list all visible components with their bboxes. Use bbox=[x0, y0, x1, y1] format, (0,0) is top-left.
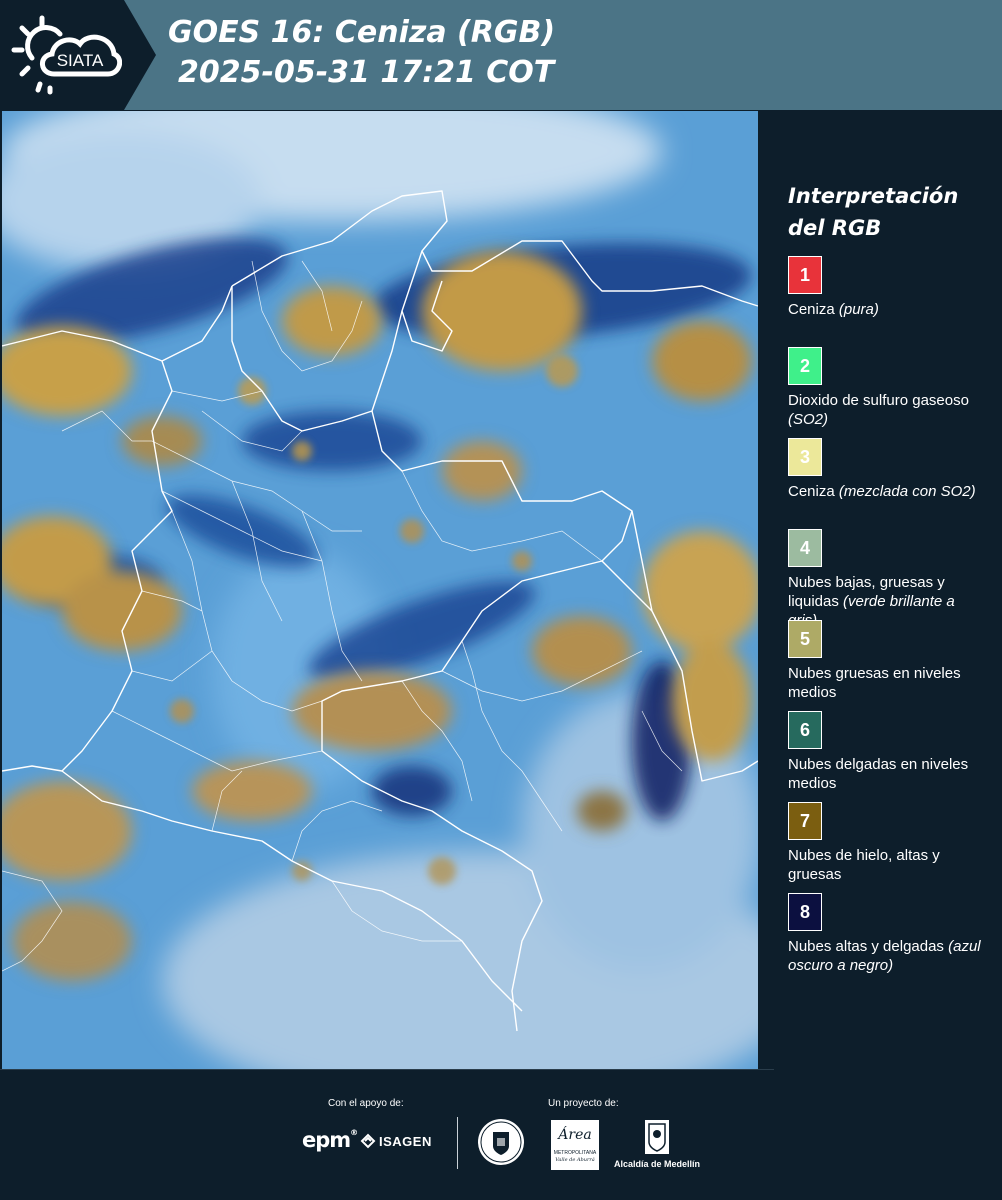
legend-item-8: 8 Nubes altas y delgadas (azul oscuro a n… bbox=[788, 893, 988, 984]
isagen-logo-text: ISAGEN bbox=[379, 1133, 432, 1149]
legend-label-note: (SO2) bbox=[788, 411, 829, 428]
legend-title-line1: Interpretación bbox=[788, 184, 959, 208]
isagen-logo: ISAGEN bbox=[360, 1133, 432, 1149]
legend-item-4: 4 Nubes bajas, gruesas y liquidas (verde … bbox=[788, 529, 988, 629]
page-title: GOES 16: Ceniza (RGB) bbox=[168, 15, 556, 50]
siata-logo: SIATA bbox=[0, 0, 124, 110]
sun-cloud-icon: SIATA bbox=[11, 15, 122, 95]
logo-text: SIATA bbox=[57, 51, 104, 70]
legend-label-text: Nubes gruesas en niveles medios bbox=[788, 665, 961, 701]
legend-label-text: Nubes altas y delgadas bbox=[788, 938, 944, 955]
header-banner: SIATA GOES 16: Ceniza (RGB) 2025-05-31 1… bbox=[0, 0, 1002, 110]
legend-items: 1 Ceniza (pura) 2 Dioxido de sulfuro gaseos… bbox=[788, 256, 988, 984]
legend-swatch: 7 bbox=[788, 802, 822, 840]
legend-label-text: Ceniza bbox=[788, 483, 835, 500]
rgb-legend: Interpretación del RGB 1 Ceniza (pura) 2 Di… bbox=[788, 180, 988, 984]
legend-item-3: 3 Ceniza (mezclada con SO2) bbox=[788, 438, 988, 529]
legend-label-note: (mezclada con SO2) bbox=[838, 483, 976, 500]
alcaldia-logo: Alcaldía de Medellín bbox=[612, 1118, 702, 1169]
coat-of-arms-icon bbox=[645, 1120, 669, 1154]
legend-swatch: 8 bbox=[788, 893, 822, 931]
legend-swatch: 3 bbox=[788, 438, 822, 476]
legend-label: Nubes altas y delgadas (azul oscuro a ne… bbox=[788, 937, 988, 975]
epm-logo-text: epm bbox=[302, 1128, 351, 1152]
legend-item-2: 2 Dioxido de sulfuro gaseoso (SO2) bbox=[788, 347, 988, 438]
legend-label: Dioxido de sulfuro gaseoso (SO2) bbox=[788, 391, 988, 429]
legend-label-text: Ceniza bbox=[788, 301, 835, 318]
legend-swatch: 2 bbox=[788, 347, 822, 385]
legend-label: Nubes de hielo, altas y gruesas bbox=[788, 846, 988, 884]
logo-arrow bbox=[124, 0, 156, 110]
legend-label: Nubes gruesas en niveles medios bbox=[788, 664, 988, 702]
legend-label-text: Nubes de hielo, altas y gruesas bbox=[788, 847, 940, 883]
legend-label: Ceniza (mezclada con SO2) bbox=[788, 482, 988, 501]
legend-item-7: 7 Nubes de hielo, altas y gruesas bbox=[788, 802, 988, 893]
legend-label-text: Dioxido de sulfuro gaseoso bbox=[788, 392, 969, 409]
legend-label: Ceniza (pura) bbox=[788, 300, 988, 319]
area-logo-subtitle: Valle de Aburrá bbox=[555, 1157, 595, 1163]
timestamp: 2025-05-31 17:21 COT bbox=[178, 55, 555, 90]
legend-swatch: 5 bbox=[788, 620, 822, 658]
legend-item-5: 5 Nubes gruesas en niveles medios bbox=[788, 620, 988, 711]
legend-swatch: 4 bbox=[788, 529, 822, 567]
isagen-icon bbox=[360, 1133, 376, 1149]
seal-icon bbox=[478, 1119, 524, 1165]
legend-title-line2: del RGB bbox=[788, 216, 882, 240]
legend-label: Nubes delgadas en niveles medios bbox=[788, 755, 988, 793]
epm-logo: epm® bbox=[302, 1128, 358, 1152]
area-metropolitana-logo: Área METROPOLITANA Valle de Aburrá bbox=[551, 1120, 599, 1170]
project-label: Un proyecto de: bbox=[548, 1098, 619, 1109]
support-label: Con el apoyo de: bbox=[328, 1098, 404, 1109]
legend-item-6: 6 Nubes delgadas en niveles medios bbox=[788, 711, 988, 802]
area-logo-text: Área bbox=[558, 1127, 592, 1143]
legend-item-1: 1 Ceniza (pura) bbox=[788, 256, 988, 347]
area-logo-metropolitana: METROPOLITANA bbox=[553, 1150, 597, 1156]
legend-swatch: 6 bbox=[788, 711, 822, 749]
footer-divider bbox=[457, 1117, 458, 1169]
legend-title: Interpretación del RGB bbox=[788, 180, 988, 244]
legend-label-note: (pura) bbox=[838, 301, 879, 318]
satellite-image[interactable] bbox=[2, 111, 758, 1069]
divider bbox=[0, 1069, 774, 1070]
alcaldia-logo-text: Alcaldía de Medellín bbox=[613, 1159, 701, 1169]
antioquia-seal bbox=[477, 1118, 525, 1166]
legend-label-text: Nubes delgadas en niveles medios bbox=[788, 756, 969, 792]
legend-swatch: 1 bbox=[788, 256, 822, 294]
map-frame bbox=[758, 111, 774, 1069]
